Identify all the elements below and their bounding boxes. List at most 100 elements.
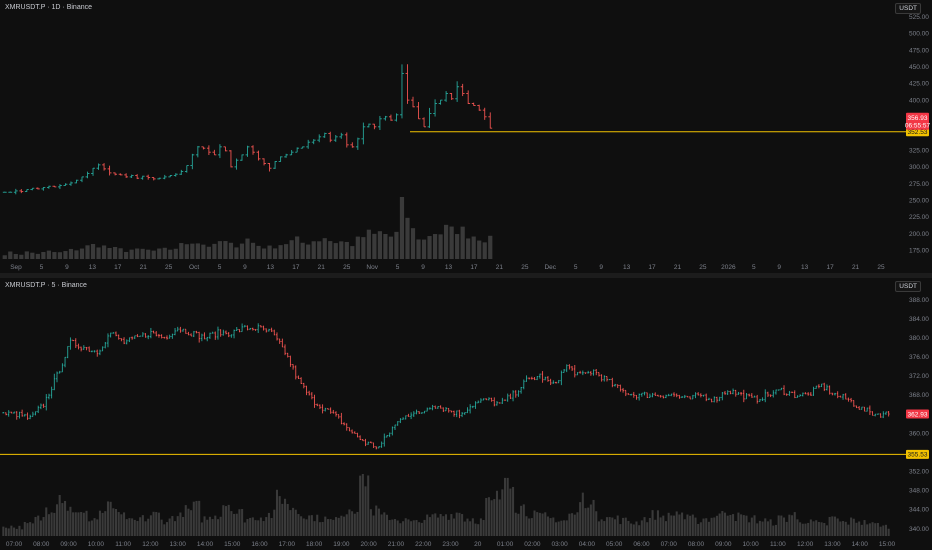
- x-axis-tick-label: 13:00: [824, 541, 841, 548]
- volume-bar: [45, 507, 48, 536]
- volume-bar: [638, 525, 641, 536]
- daily-currency-label[interactable]: USDT: [895, 3, 921, 14]
- volume-bar: [587, 507, 590, 536]
- volume-bar: [860, 524, 863, 536]
- volume-bar: [187, 508, 190, 536]
- x-axis-tick-label: Dec: [544, 264, 556, 271]
- x-axis-tick-label: 22:00: [415, 541, 432, 548]
- volume-bar: [152, 511, 155, 536]
- volume-bar: [410, 521, 413, 536]
- volume-bar: [184, 505, 187, 536]
- volume-bar: [112, 508, 115, 536]
- x-axis-tick-label: 23:00: [442, 541, 459, 548]
- volume-bar: [509, 488, 512, 536]
- x-axis-tick-label: 07:00: [6, 541, 23, 548]
- x-axis-tick-label: 08:00: [33, 541, 50, 548]
- x-axis-tick-label: 08:00: [688, 541, 705, 548]
- volume-bar: [694, 517, 697, 536]
- volume-bar: [447, 519, 450, 536]
- x-axis-tick-label: 17:00: [279, 541, 296, 548]
- volume-bar: [23, 521, 26, 536]
- x-axis-tick-label: 9: [777, 264, 781, 271]
- intraday-currency-label[interactable]: USDT: [895, 281, 921, 292]
- volume-bar: [224, 506, 228, 536]
- x-axis-tick-label: 21: [318, 264, 326, 271]
- volume-bar: [664, 521, 668, 536]
- volume-bar: [427, 236, 432, 259]
- x-axis-tick-label: 14:00: [197, 541, 214, 548]
- volume-bar: [388, 236, 394, 259]
- volume-bar: [112, 246, 118, 259]
- volume-bar: [648, 518, 651, 536]
- level-price-badge-text: 355.53: [908, 452, 928, 459]
- volume-bar: [249, 517, 252, 536]
- volume-bar: [635, 521, 638, 536]
- volume-bar: [613, 519, 617, 536]
- volume-bar: [815, 520, 818, 536]
- volume-bar: [471, 236, 476, 259]
- y-axis-tick-label: 400.00: [909, 97, 929, 104]
- volume-bar: [839, 521, 842, 536]
- volume-bar: [96, 247, 101, 259]
- volume-bar: [611, 517, 614, 536]
- volume-bar: [823, 522, 826, 536]
- daily-chart-pane[interactable]: 525.00500.00475.00450.00425.00400.00375.…: [0, 0, 932, 273]
- volume-bar: [788, 514, 791, 536]
- x-axis-tick-label: 09:00: [60, 541, 77, 548]
- current-price-text: 362.93: [908, 411, 928, 418]
- volume-bar: [858, 521, 861, 536]
- volume-bar: [455, 512, 458, 536]
- volume-bar: [140, 248, 145, 259]
- volume-bar: [485, 498, 488, 536]
- volume-bar: [109, 501, 112, 536]
- volume-bar: [270, 518, 273, 536]
- volume-bar: [85, 510, 88, 536]
- volume-bar: [98, 510, 101, 536]
- volume-bar: [434, 513, 437, 536]
- volume-bar: [758, 520, 761, 536]
- intraday-chart-pane[interactable]: 388.00384.00380.00376.00372.00368.00364.…: [0, 278, 932, 550]
- volume-bar: [133, 519, 136, 536]
- daily-chart-canvas[interactable]: 525.00500.00475.00450.00425.00400.00375.…: [0, 0, 932, 273]
- volume-bar: [82, 512, 85, 536]
- intraday-chart-canvas[interactable]: 388.00384.00380.00376.00372.00368.00364.…: [0, 278, 932, 550]
- volume-bar: [847, 524, 850, 536]
- volume-bar: [217, 241, 223, 259]
- volume-bar: [721, 511, 724, 536]
- volume-bar: [281, 503, 284, 536]
- volume-bar: [13, 254, 18, 259]
- volume-bar: [686, 514, 689, 536]
- volume-bar: [278, 245, 283, 259]
- volume-bar: [332, 519, 335, 536]
- y-axis-tick-label: 525.00: [909, 14, 929, 21]
- volume-bar: [136, 520, 139, 536]
- volume-bar: [522, 504, 525, 536]
- volume-bar: [407, 519, 410, 536]
- volume-bar: [405, 217, 410, 259]
- volume-bar: [871, 522, 874, 536]
- volume-bar: [101, 512, 104, 536]
- x-axis-tick-label: 05:00: [606, 541, 623, 548]
- volume-bar: [259, 517, 262, 536]
- volume-bar: [399, 523, 402, 536]
- volume-bar: [366, 229, 371, 259]
- x-axis-tick-label: Sep: [10, 264, 22, 271]
- volume-bar: [278, 496, 281, 536]
- volume-bar: [600, 519, 603, 536]
- volume-bar: [364, 486, 367, 536]
- volume-bar: [39, 520, 42, 536]
- volume-bar: [66, 510, 69, 536]
- volume-bar: [646, 522, 649, 536]
- x-axis-tick-label: 5: [396, 264, 400, 271]
- volume-bar: [273, 509, 276, 536]
- volume-bar: [670, 515, 673, 536]
- volume-bar: [171, 516, 174, 536]
- volume-bar: [211, 519, 214, 536]
- volume-bar: [21, 529, 24, 536]
- volume-bar: [833, 516, 837, 536]
- volume-bar: [165, 522, 169, 536]
- volume-bar: [369, 509, 372, 536]
- volume-bar: [227, 504, 230, 536]
- volume-bar: [874, 523, 877, 536]
- volume-bar: [200, 522, 203, 536]
